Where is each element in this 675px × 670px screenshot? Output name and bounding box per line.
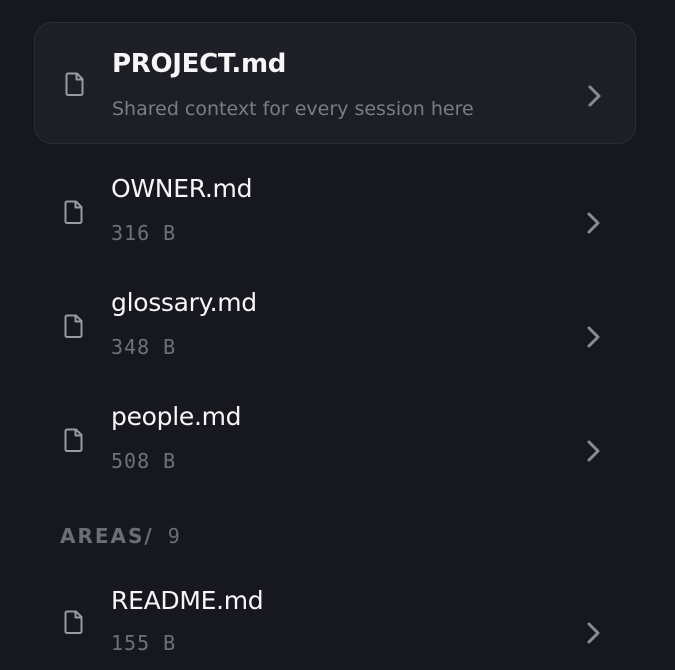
chevron-right-icon	[582, 438, 604, 464]
file-size: 508 B	[111, 449, 177, 473]
section-header-areas[interactable]: AREAS/9	[60, 524, 180, 548]
file-icon	[64, 610, 84, 634]
file-icon	[64, 428, 84, 452]
chevron-right-icon	[582, 620, 604, 646]
chevron-right-icon	[582, 210, 604, 236]
file-icon	[65, 72, 85, 96]
file-size: 316 B	[111, 221, 177, 245]
file-row-glossary[interactable]: glossary.md 348 B	[34, 264, 636, 386]
section-label: AREAS/	[60, 524, 154, 548]
file-size: 155 B	[111, 631, 177, 655]
file-description: Shared context for every session here	[112, 98, 474, 120]
chevron-right-icon	[582, 324, 604, 350]
file-row-people[interactable]: people.md 508 B	[34, 378, 636, 500]
file-icon	[64, 314, 84, 338]
file-name: people.md	[111, 402, 242, 431]
file-list: PROJECT.md Shared context for every sess…	[0, 0, 675, 670]
file-name: glossary.md	[111, 288, 257, 317]
file-row-owner[interactable]: OWNER.md 316 B	[34, 150, 636, 272]
file-size: 348 B	[111, 335, 177, 359]
file-row-readme[interactable]: README.md 155 B	[34, 560, 636, 670]
file-name: README.md	[111, 586, 264, 615]
section-count: 9	[167, 524, 180, 548]
file-row-project[interactable]: PROJECT.md Shared context for every sess…	[34, 22, 636, 144]
file-name: PROJECT.md	[112, 49, 287, 79]
file-icon	[64, 200, 84, 224]
file-name: OWNER.md	[111, 174, 253, 203]
chevron-right-icon	[583, 83, 605, 109]
